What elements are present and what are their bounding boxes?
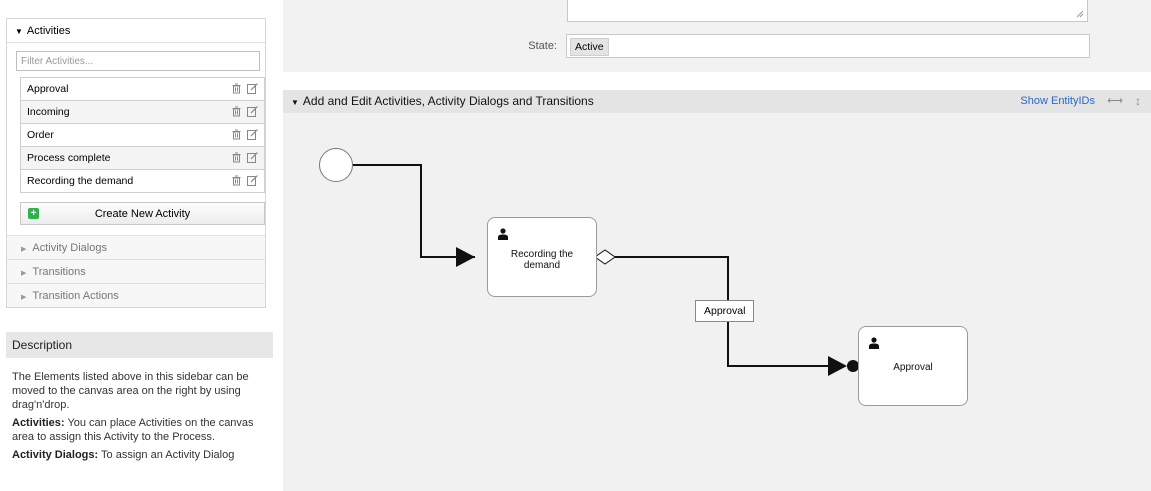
canvas-title: Add and Edit Activities, Activity Dialog… bbox=[302, 94, 594, 108]
state-label: State: bbox=[528, 40, 557, 52]
filter-activities-input[interactable] bbox=[16, 51, 260, 71]
activity-item[interactable]: Recording the demand bbox=[21, 170, 264, 193]
section-label: Transition Actions bbox=[32, 290, 119, 302]
canvas-header[interactable]: ▼ Add and Edit Activities, Activity Dialo… bbox=[283, 90, 1151, 113]
activity-node-approval[interactable]: Approval bbox=[858, 326, 968, 406]
activity-label: Process complete bbox=[27, 152, 111, 164]
state-value: Active bbox=[570, 38, 609, 56]
plus-icon: + bbox=[28, 208, 39, 219]
activity-item[interactable]: Process complete bbox=[21, 147, 264, 170]
resize-vertical-icon[interactable]: ↕ bbox=[1135, 90, 1141, 113]
section-label: Activity Dialogs bbox=[32, 242, 107, 254]
activity-name: Recording the demand bbox=[510, 249, 574, 271]
activities-widget: ▼Activities Approval Incoming Order bbox=[6, 18, 266, 308]
arrow-head bbox=[828, 356, 847, 376]
state-select[interactable]: Active bbox=[566, 34, 1090, 58]
description-textarea[interactable] bbox=[567, 0, 1088, 22]
triangle-right-icon: ▶ bbox=[21, 246, 27, 253]
main-content: State: Active ▼ Add and Edit Activities, … bbox=[283, 0, 1151, 491]
triangle-right-icon: ▶ bbox=[21, 294, 27, 301]
dialogs-text: To assign an Activity Dialog bbox=[101, 449, 235, 461]
activity-label: Approval bbox=[27, 83, 69, 95]
trash-icon[interactable] bbox=[231, 152, 242, 163]
resize-horizontal-icon[interactable]: ⟷ bbox=[1107, 90, 1123, 113]
transition-actions-section[interactable]: ▶ Transition Actions bbox=[7, 283, 265, 307]
activity-node-recording[interactable]: Recording the demand bbox=[487, 217, 597, 297]
trash-icon[interactable] bbox=[231, 175, 242, 186]
process-form: State: Active bbox=[283, 0, 1151, 72]
triangle-down-icon: ▼ bbox=[291, 98, 299, 107]
activities-header[interactable]: ▼ Activities bbox=[7, 19, 265, 43]
description-title: Description bbox=[6, 332, 273, 358]
trash-icon[interactable] bbox=[231, 106, 242, 117]
description-activities: Activities: You can place Activities on … bbox=[12, 416, 267, 444]
dialogs-term: Activity Dialogs: bbox=[12, 449, 99, 461]
edit-icon[interactable] bbox=[247, 152, 258, 163]
diamond-source bbox=[594, 249, 616, 265]
activity-label: Recording the demand bbox=[27, 175, 134, 187]
activity-item[interactable]: Incoming bbox=[21, 101, 264, 124]
show-entity-ids-link[interactable]: Show EntityIDs bbox=[1020, 90, 1095, 113]
description-intro: The Elements listed above in this sideba… bbox=[12, 371, 249, 411]
description-body: The Elements listed above in this sideba… bbox=[6, 358, 273, 462]
edit-icon[interactable] bbox=[247, 129, 258, 140]
transition-label[interactable]: Approval bbox=[695, 300, 755, 322]
trash-icon[interactable] bbox=[231, 129, 242, 140]
activity-label: Order bbox=[27, 129, 54, 141]
start-event[interactable] bbox=[319, 148, 353, 182]
activity-name: Approval bbox=[893, 362, 933, 373]
edit-icon[interactable] bbox=[247, 175, 258, 186]
edit-icon[interactable] bbox=[247, 106, 258, 117]
activity-list: Approval Incoming Order Process complete bbox=[20, 77, 265, 193]
activities-term: Activities: bbox=[12, 417, 65, 429]
transitions-section[interactable]: ▶ Transitions bbox=[7, 259, 265, 283]
description-widget: Description The Elements listed above in… bbox=[6, 332, 273, 491]
activity-item[interactable]: Approval bbox=[21, 78, 264, 101]
activity-item[interactable]: Order bbox=[21, 124, 264, 147]
activities-title: Activities bbox=[26, 25, 71, 37]
activity-dialogs-section[interactable]: ▶ Activity Dialogs bbox=[7, 235, 265, 259]
trash-icon[interactable] bbox=[231, 83, 242, 94]
description-dialogs: Activity Dialogs: To assign an Activity … bbox=[12, 448, 267, 462]
user-icon bbox=[498, 228, 508, 240]
create-new-activity-button[interactable]: + Create New Activity bbox=[20, 202, 265, 225]
create-new-activity-label: Create New Activity bbox=[94, 207, 191, 220]
resize-grip-icon[interactable] bbox=[1076, 10, 1084, 18]
activity-label: Incoming bbox=[27, 106, 70, 118]
arrow-head bbox=[456, 247, 475, 267]
process-canvas[interactable]: Recording the demand Approval Approval bbox=[283, 113, 1151, 491]
edit-icon[interactable] bbox=[247, 83, 258, 94]
triangle-down-icon: ▼ bbox=[15, 27, 23, 36]
section-label: Transitions bbox=[32, 266, 86, 278]
start-connection bbox=[353, 164, 475, 258]
user-icon bbox=[869, 337, 879, 349]
triangle-right-icon: ▶ bbox=[21, 270, 27, 277]
